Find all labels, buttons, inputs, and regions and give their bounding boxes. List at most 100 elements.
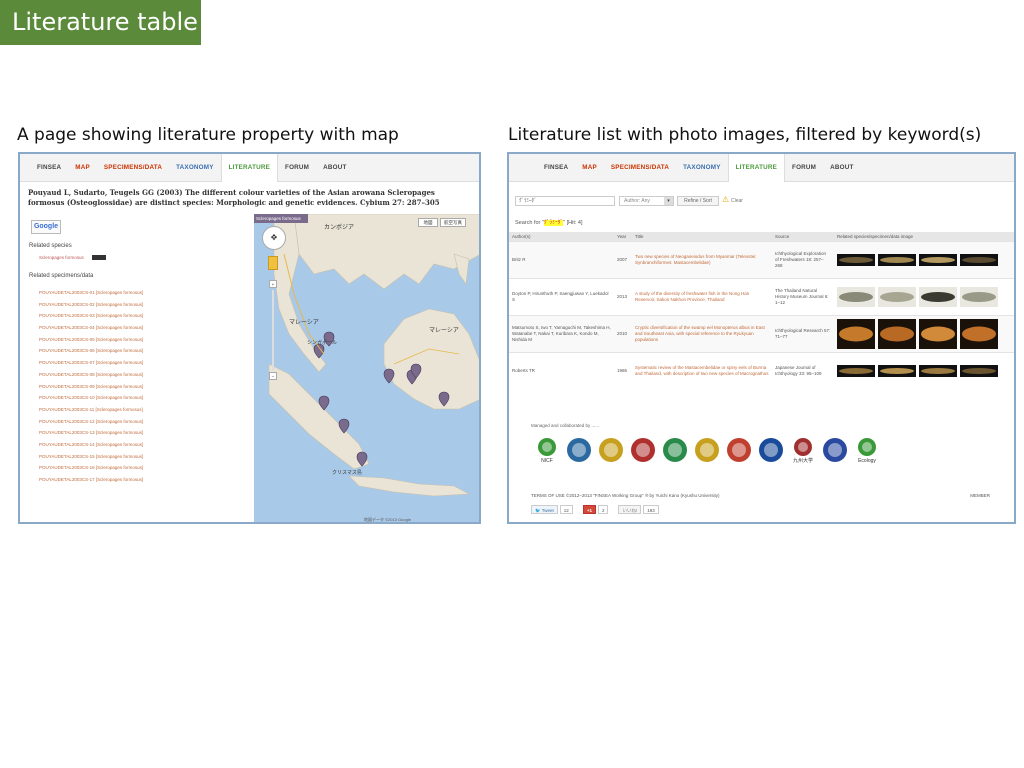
map-type-map-button[interactable]: 地図 <box>418 218 438 227</box>
col-source[interactable]: Source <box>772 232 834 241</box>
specimen-photo-thumbnail[interactable] <box>878 253 916 266</box>
specimen-link[interactable]: POUYAUDETAL2003CS-15 [Scleropages formos… <box>39 451 143 463</box>
author-select[interactable]: Author: Any ▾ <box>619 196 674 206</box>
specimen-photo-thumbnail[interactable] <box>960 286 998 307</box>
literature-table: Author(s) Year Title Source Related spec… <box>509 232 1014 389</box>
zoom-in-button[interactable]: + <box>269 280 277 288</box>
specimen-photo-thumbnail[interactable] <box>919 318 957 349</box>
map-pan-control[interactable]: ✥ <box>262 226 286 250</box>
social-buttons: 🐦 Tweet 12 +1 2 いいね! 193 <box>531 505 659 514</box>
specimen-photo-thumbnail[interactable] <box>878 286 916 307</box>
diamond-logo[interactable] <box>565 436 593 464</box>
table-row[interactable]: Matsumoto S, Iwo T, Yamaguchi M, Takeshi… <box>509 314 1014 352</box>
specimen-photo-thumbnail[interactable] <box>878 364 916 377</box>
clear-button[interactable]: Clear <box>731 197 743 206</box>
refine-sort-button[interactable]: Refine / Sort <box>677 196 719 206</box>
specimen-link[interactable]: POUYAUDETAL2003CS-10 [Scleropages formos… <box>39 392 143 404</box>
nicf-logo[interactable]: NICF <box>533 436 561 464</box>
tweet-button[interactable]: 🐦 Tweet <box>531 505 558 514</box>
circle-emblem-logo[interactable] <box>725 436 753 464</box>
warning-icon[interactable]: ⚠ <box>722 195 729 205</box>
specimen-link[interactable]: POUYAUDETAL2003CS-13 [Scleropages formos… <box>39 427 143 439</box>
specimen-link[interactable]: POUYAUDETAL2003CS-05 [Scleropages formos… <box>39 334 143 346</box>
chevron-down-icon[interactable]: ▾ <box>664 197 673 205</box>
col-title[interactable]: Title <box>632 232 772 241</box>
map-graphic: カンボジア マレーシア シンガポール マレーシア クリスマス島 地図データ ©2… <box>268 214 479 522</box>
red-seal-logo[interactable] <box>629 436 657 464</box>
nav-item-forum[interactable]: FORUM <box>278 154 316 182</box>
specimen-photo-thumbnail[interactable] <box>960 253 998 266</box>
specimen-photo-thumbnail[interactable] <box>837 253 875 266</box>
nav-item-map[interactable]: MAP <box>575 154 604 182</box>
specimen-photo-thumbnail[interactable] <box>837 318 875 349</box>
table-row[interactable]: Doyton P, Hirunthuth P, Saengjuwan Y, Lu… <box>509 277 1014 315</box>
google-search-button[interactable]: Google <box>31 220 61 234</box>
row-title-link[interactable]: Systematic review of the Mastacembelidae… <box>632 351 772 389</box>
specimen-link[interactable]: POUYAUDETAL2003CS-01 [Scleropages formos… <box>39 287 143 299</box>
row-title-link[interactable]: Cryptic diversification of the swamp eel… <box>632 314 772 352</box>
nav-item-about[interactable]: ABOUT <box>823 154 860 182</box>
specimen-photo-thumbnail[interactable] <box>919 253 957 266</box>
specimen-link[interactable]: POUYAUDETAL2003CS-07 [Scleropages formos… <box>39 357 143 369</box>
related-species-link[interactable]: Scleropages formosus <box>39 255 84 260</box>
specimen-link[interactable]: POUYAUDETAL2003CS-12 [Scleropages formos… <box>39 416 143 428</box>
google-plus-button[interactable]: +1 <box>582 505 596 514</box>
nav-item-map[interactable]: MAP <box>68 154 97 182</box>
green-seal-logo[interactable] <box>661 436 689 464</box>
nav-item-taxonomy[interactable]: TAXONOMY <box>169 154 221 182</box>
ecology-logo[interactable]: Ecology <box>853 436 881 464</box>
specimen-link[interactable]: POUYAUDETAL2003CS-09 [Scleropages formos… <box>39 381 143 393</box>
zoom-slider-track[interactable] <box>272 290 274 370</box>
specimen-link[interactable]: POUYAUDETAL2003CS-02 [Scleropages formos… <box>39 299 143 311</box>
table-row[interactable]: Roberts TR 1986 Systematic review of the M… <box>509 351 1014 389</box>
pagoda-logo[interactable] <box>693 436 721 464</box>
specimen-link[interactable]: POUYAUDETAL2003CS-08 [Scleropages formos… <box>39 369 143 381</box>
table-row[interactable]: Britz R 2007 Two new species of Neoganeiod… <box>509 240 1014 278</box>
shield-logo[interactable] <box>821 436 849 464</box>
specimen-photo-thumbnail[interactable] <box>919 364 957 377</box>
row-title-link[interactable]: A study of the diversity of freshwater f… <box>632 277 772 315</box>
nav-item-finsea[interactable]: FINSEA <box>30 154 68 182</box>
col-year[interactable]: Year <box>614 232 632 241</box>
google-plus-count: 2 <box>597 505 609 514</box>
like-button[interactable]: いいね! <box>618 505 642 514</box>
specimen-link[interactable]: POUYAUDETAL2003CS-16 [Scleropages formos… <box>39 462 143 474</box>
zoom-out-button[interactable]: − <box>269 372 277 380</box>
specimen-link[interactable]: POUYAUDETAL2003CS-14 [Scleropages formos… <box>39 439 143 451</box>
tweet-count: 12 <box>559 505 573 514</box>
specimen-photo-thumbnail[interactable] <box>960 318 998 349</box>
blue-crest-logo[interactable] <box>757 436 785 464</box>
specimen-photo-thumbnail[interactable] <box>919 286 957 307</box>
gold-seal-logo[interactable] <box>597 436 625 464</box>
nav-item-about[interactable]: ABOUT <box>316 154 353 182</box>
map-type-satellite-button[interactable]: 航空写真 <box>440 218 466 227</box>
specimen-link[interactable]: POUYAUDETAL2003CS-11 [Scleropages formos… <box>39 404 143 416</box>
keyword-search-input[interactable]: ｸﾞﾗﾐｰﾀﾞ <box>515 196 615 206</box>
nav-item-finsea[interactable]: FINSEA <box>537 154 575 182</box>
nav-item-specimens-data[interactable]: SPECIMENS/DATA <box>604 154 676 182</box>
related-species-heading: Related species <box>29 243 72 249</box>
specimen-link[interactable]: POUYAUDETAL2003CS-17 [Scleropages formos… <box>39 474 143 486</box>
member-link[interactable]: MEMBER <box>970 493 990 498</box>
specimen-link[interactable]: POUYAUDETAL2003CS-04 [Scleropages formos… <box>39 322 143 334</box>
kyushu-logo[interactable]: 九州大学 <box>789 436 817 464</box>
row-source: Japanese Journal of Ichthyology 33: 95–1… <box>772 351 834 389</box>
partner-logos: NICF 九州大学 Ecology <box>533 436 881 464</box>
nav-item-taxonomy[interactable]: TAXONOMY <box>676 154 728 182</box>
specimen-photo-thumbnail[interactable] <box>837 364 875 377</box>
nav-item-literature[interactable]: LITERATURE <box>220 154 279 182</box>
terms-of-use[interactable]: TERMS OF USE ©2012–2013 "FINSEA Working … <box>531 493 720 498</box>
specimen-link[interactable]: POUYAUDETAL2003CS-06 [Scleropages formos… <box>39 345 143 357</box>
specimen-link[interactable]: POUYAUDETAL2003CS-03 [Scleropages formos… <box>39 310 143 322</box>
species-thumbnail[interactable] <box>92 255 106 260</box>
nav-item-forum[interactable]: FORUM <box>785 154 823 182</box>
nav-item-literature[interactable]: LITERATURE <box>727 154 786 182</box>
street-view-pegman-icon[interactable] <box>268 256 278 270</box>
specimen-photo-thumbnail[interactable] <box>878 318 916 349</box>
nav-item-specimens-data[interactable]: SPECIMENS/DATA <box>97 154 169 182</box>
specimen-photo-thumbnail[interactable] <box>960 364 998 377</box>
col-authors[interactable]: Author(s) <box>509 232 614 241</box>
specimen-photo-thumbnail[interactable] <box>837 286 875 307</box>
row-title-link[interactable]: Two new species of Neoganeiodus from Mya… <box>632 240 772 278</box>
distribution-map[interactable]: カンボジア マレーシア シンガポール マレーシア クリスマス島 地図データ ©2… <box>254 214 479 522</box>
